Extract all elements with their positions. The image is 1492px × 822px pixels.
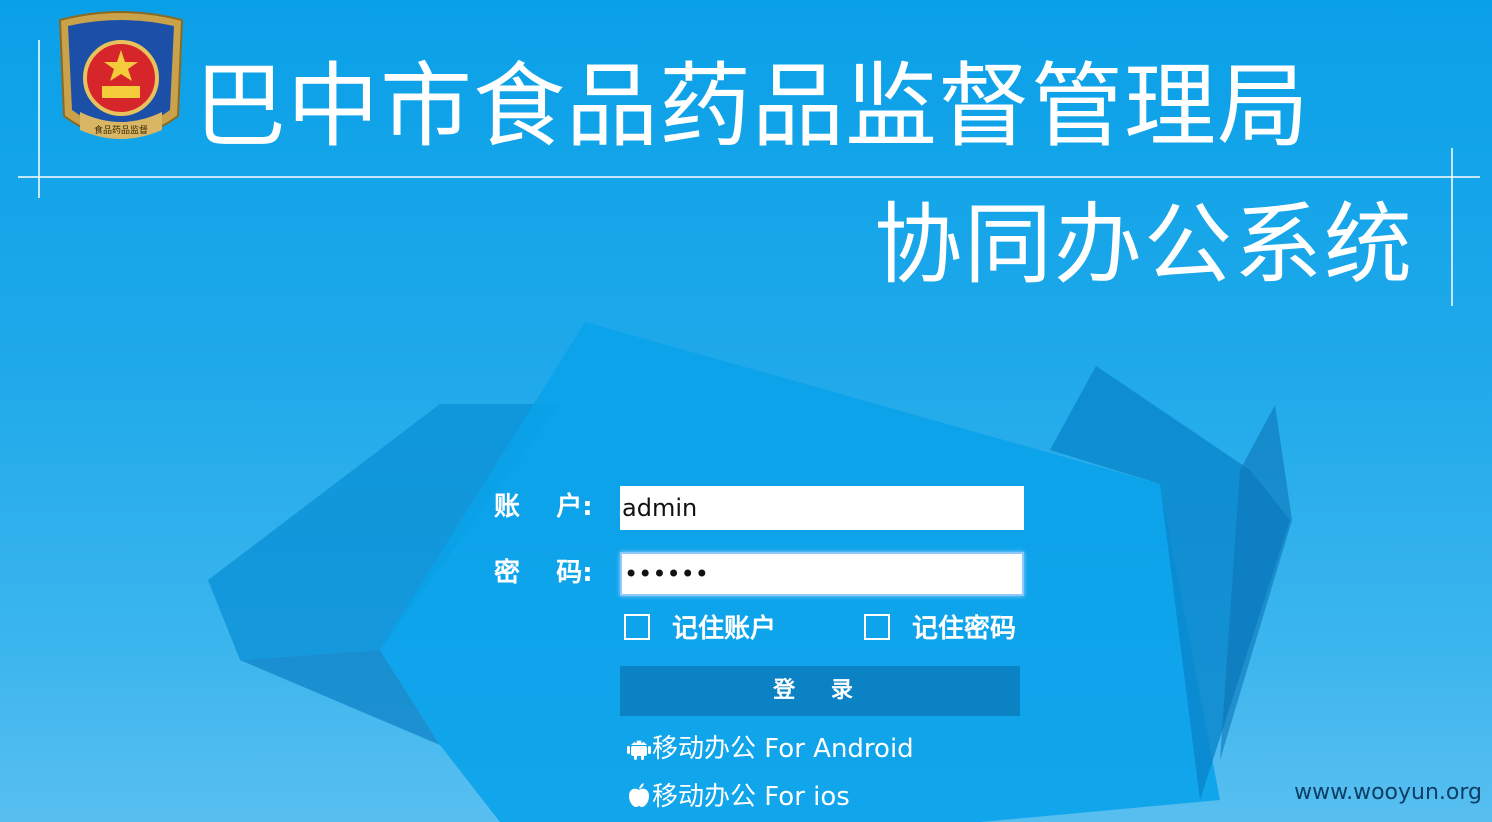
password-input[interactable]	[620, 552, 1024, 596]
header-left-vertical-line	[38, 40, 40, 198]
remember-password-checkbox[interactable]	[864, 614, 890, 640]
emblem-text: 食品药品监督	[94, 124, 148, 136]
username-input[interactable]	[620, 486, 1024, 530]
header-horizontal-line	[18, 176, 1480, 178]
page-subtitle: 协同办公系统	[874, 193, 1415, 296]
watermark: www.wooyun.org	[1294, 780, 1482, 805]
android-link[interactable]: 移动办公 For Android	[626, 734, 914, 764]
android-icon	[627, 740, 651, 760]
page-title: 巴中市食品药品监督管理局	[194, 53, 1311, 160]
national-emblem-icon: 食品药品监督	[58, 11, 184, 139]
username-label: 账 户:	[494, 492, 593, 522]
ios-link[interactable]: 移动办公 For ios	[626, 782, 850, 812]
remember-account-checkbox[interactable]	[624, 614, 650, 640]
header-right-vertical-line	[1451, 148, 1453, 306]
remember-account-label: 记住账户	[672, 614, 777, 644]
login-button[interactable]: 登 录	[620, 666, 1020, 716]
ios-link-label: 移动办公 For ios	[652, 782, 850, 812]
android-link-label: 移动办公 For Android	[652, 734, 914, 764]
password-label: 密 码:	[494, 558, 593, 588]
remember-password-label: 记住密码	[912, 614, 1017, 644]
apple-icon	[629, 783, 649, 807]
